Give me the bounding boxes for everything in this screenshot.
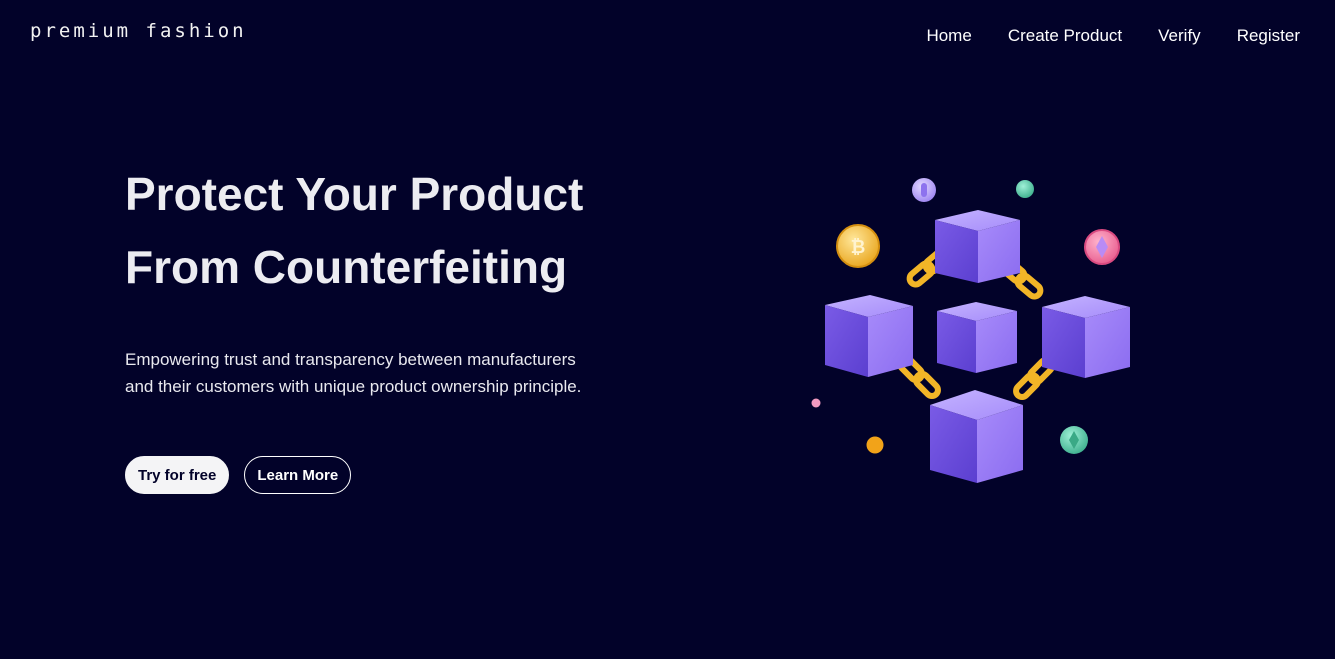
blockchain-illustration: ₿ (800, 165, 1150, 495)
gold-dot-icon (866, 436, 884, 454)
cube-center-icon (937, 302, 1017, 373)
teal-coin-icon (1060, 426, 1088, 454)
nav-home-link[interactable]: Home (926, 26, 971, 46)
brand-logo[interactable]: premium fashion (30, 20, 247, 42)
nav-register-link[interactable]: Register (1237, 26, 1300, 46)
nav-create-product-link[interactable]: Create Product (1008, 26, 1122, 46)
learn-more-button[interactable]: Learn More (244, 456, 352, 494)
nav-verify-link[interactable]: Verify (1158, 26, 1201, 46)
violet-coin-icon (912, 178, 936, 202)
try-for-free-button[interactable]: Try for free (125, 456, 230, 494)
cube-right-icon (1042, 296, 1130, 378)
ethereum-coin-icon (1084, 229, 1120, 265)
main-nav: Home Create Product Verify Register (926, 26, 1300, 46)
cube-left-icon (825, 295, 913, 377)
cube-bottom-icon (930, 390, 1023, 483)
teal-dot-icon (1016, 180, 1034, 198)
hero-subtitle-line-2: and their customers with unique product … (125, 377, 582, 396)
hero-section: Protect Your Product From Counterfeiting… (125, 158, 685, 494)
hero-actions: Try for free Learn More (125, 456, 685, 494)
blockchain-cubes-icon: ₿ (811, 178, 1130, 483)
hero-title-line-1: Protect Your Product (125, 168, 584, 220)
hero-subtitle-line-1: Empowering trust and transparency betwee… (125, 350, 576, 369)
bitcoin-symbol: ₿ (851, 237, 866, 258)
cube-top-icon (935, 210, 1020, 283)
hero-title: Protect Your Product From Counterfeiting (125, 158, 685, 304)
pink-dot-icon (811, 398, 821, 408)
hero-title-line-2: From Counterfeiting (125, 241, 568, 293)
bitcoin-coin-icon: ₿ (836, 224, 880, 268)
hero-subtitle: Empowering trust and transparency betwee… (125, 346, 685, 400)
